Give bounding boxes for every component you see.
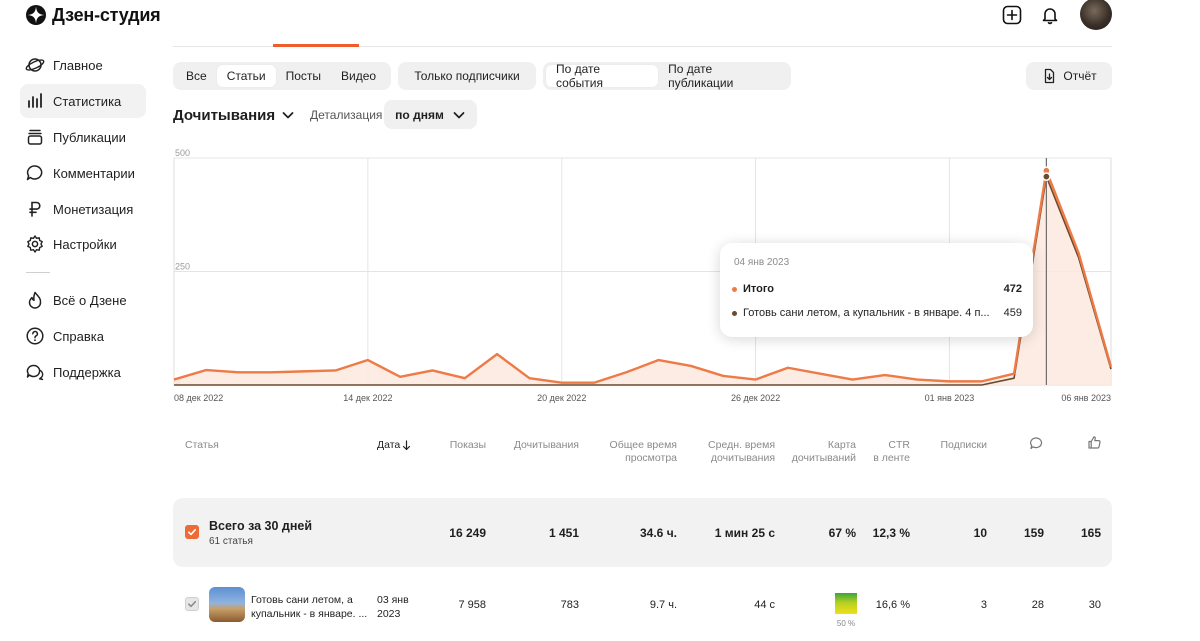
article-date-line: 03 янв xyxy=(377,594,409,606)
col-header-line: Общее время xyxy=(609,439,677,451)
article-title-line: Готовь сани летом, а xyxy=(251,594,353,606)
series-dot-icon xyxy=(732,310,737,316)
article-title-line: купальник - в январе. ... xyxy=(251,608,368,620)
col-header-impressions[interactable]: Показы xyxy=(420,439,486,452)
total-view-time: 34.6 ч. xyxy=(640,526,677,540)
article-date-line: 2023 xyxy=(377,608,401,620)
x-tick-label: 20 дек 2022 xyxy=(537,393,586,403)
article-ctr: 16,6 % xyxy=(875,599,910,611)
select-all-checkbox[interactable] xyxy=(185,525,199,539)
article-view-time: 9.7 ч. xyxy=(649,599,677,611)
col-header-date[interactable]: Дата xyxy=(377,439,411,452)
article-impressions: 7 958 xyxy=(458,599,486,611)
col-header-line: Средн. время xyxy=(708,439,775,451)
col-header-line: в ленте xyxy=(873,452,910,464)
total-impressions: 16 249 xyxy=(449,526,486,540)
total-avg-time: 1 мин 25 с xyxy=(714,526,775,540)
col-header-ctr[interactable]: CTR в ленте xyxy=(860,439,910,465)
col-header-reads[interactable]: Дочитывания xyxy=(494,439,579,452)
y-tick-label: 250 xyxy=(175,262,190,272)
col-header-likes[interactable] xyxy=(1087,435,1102,455)
tooltip-series-name: Готовь сани летом, а купальник - в январ… xyxy=(743,307,990,319)
tooltip-series-name: Итого xyxy=(743,283,775,295)
thumbs-up-icon xyxy=(1088,436,1101,449)
x-tick-label: 14 дек 2022 xyxy=(343,393,392,403)
col-header-read-map[interactable]: Карта дочитываний xyxy=(780,439,856,465)
col-header-line: дочитывания xyxy=(710,452,775,464)
x-tick-label: 08 дек 2022 xyxy=(174,393,223,403)
col-header-comments[interactable] xyxy=(1029,436,1044,456)
x-tick-label: 01 янв 2023 xyxy=(925,393,975,403)
article-date: 03 янв 2023 xyxy=(377,593,409,621)
tooltip-series-value: 459 xyxy=(1003,307,1022,319)
read-map-heatmap[interactable] xyxy=(835,593,857,614)
total-ctr: 12,3 % xyxy=(872,526,910,540)
article-subscriptions: 3 xyxy=(980,599,987,611)
total-comments: 159 xyxy=(1023,526,1044,540)
hover-point-article[interactable] xyxy=(1042,172,1051,181)
article-comments: 28 xyxy=(1031,599,1044,611)
tooltip-row-total: Итого 472 xyxy=(732,283,1022,295)
col-header-view-time[interactable]: Общее время просмотра xyxy=(590,439,677,465)
article-thumbnail[interactable] xyxy=(209,587,245,622)
total-subscriptions: 10 xyxy=(973,526,987,540)
col-header-article[interactable]: Статья xyxy=(185,439,219,452)
tooltip-series-value: 472 xyxy=(1003,283,1022,295)
col-header-line: дочитываний xyxy=(791,452,856,464)
reads-chart[interactable]: 500250008 дек 202214 дек 202220 дек 2022… xyxy=(0,0,1200,410)
article-reads: 783 xyxy=(560,599,579,611)
x-tick-label: 06 янв 2023 xyxy=(1061,393,1111,403)
total-subtitle: 61 статья xyxy=(209,536,253,547)
comment-icon xyxy=(1030,437,1043,450)
y-tick-label: 500 xyxy=(175,148,190,158)
row-checkbox[interactable] xyxy=(185,597,199,611)
tooltip-row-article: Готовь сани летом, а купальник - в январ… xyxy=(732,307,1022,319)
article-likes: 30 xyxy=(1088,599,1101,611)
tooltip-date: 04 янв 2023 xyxy=(734,257,790,268)
chart-tooltip: 04 янв 2023 Итого 472 Готовь сани летом,… xyxy=(720,243,1033,337)
col-header-avg-time[interactable]: Средн. время дочитывания xyxy=(690,439,775,465)
check-icon xyxy=(188,528,197,536)
check-icon xyxy=(188,600,197,608)
total-reads: 1 451 xyxy=(548,526,579,540)
article-title-link[interactable]: Готовь сани летом, а купальник - в январ… xyxy=(251,593,371,621)
series-dot-icon xyxy=(732,286,737,292)
col-header-date-label: Дата xyxy=(377,439,401,451)
article-avg-time: 44 с xyxy=(754,599,775,611)
col-header-subscriptions[interactable]: Подписки xyxy=(920,439,987,452)
sort-arrow-down-icon xyxy=(403,440,411,451)
col-header-line: CTR xyxy=(888,439,910,451)
total-title: Всего за 30 дней xyxy=(209,519,313,533)
read-map-percent: 50 % xyxy=(836,619,856,628)
total-likes: 165 xyxy=(1080,526,1101,540)
x-tick-label: 26 дек 2022 xyxy=(731,393,780,403)
col-header-line: Карта xyxy=(827,439,856,451)
total-read-map: 67 % xyxy=(828,526,856,540)
col-header-line: просмотра xyxy=(625,452,677,464)
